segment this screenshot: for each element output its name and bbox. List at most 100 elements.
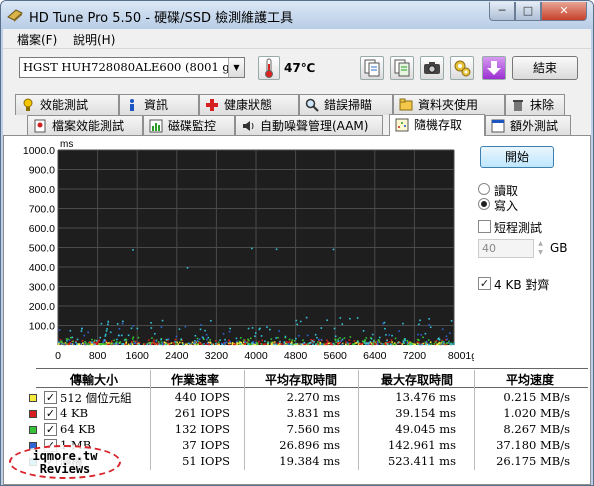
close-button[interactable]: ✕: [541, 2, 587, 21]
scatter-point: [390, 339, 393, 341]
scatter-point: [367, 342, 370, 344]
tab-error-scan[interactable]: 錯誤掃瞄: [299, 94, 393, 115]
tab-extra-tests[interactable]: 額外測試: [485, 115, 571, 136]
scatter-point: [110, 343, 112, 346]
title-bar[interactable]: HD Tune Pro 5.50 - 硬碟/SSD 檢測維護工具 ─ □ ✕: [1, 1, 593, 29]
tab-health[interactable]: 健康狀態: [199, 94, 299, 115]
table-header-rule: [36, 387, 588, 388]
scatter-point: [58, 343, 60, 345]
x-tick-label: 4000: [244, 350, 268, 362]
menu-help[interactable]: 說明(H): [73, 31, 115, 48]
scatter-point: [60, 343, 63, 345]
short-stroke-checkbox[interactable]: [478, 220, 491, 233]
align-4kb-label: 4 KB 對齊: [494, 278, 550, 292]
scatter-point: [254, 335, 256, 338]
scatter-point: [109, 331, 112, 334]
window-title: HD Tune Pro 5.50 - 硬碟/SSD 檢測維護工具: [29, 11, 294, 26]
disk-monitor-icon: [149, 119, 163, 133]
scatter-point: [306, 334, 309, 337]
scatter-point: [113, 343, 115, 345]
tab-aam[interactable]: 自動噪聲管理(AAM): [235, 115, 383, 136]
size-spinner[interactable]: ▲ ▼: [535, 239, 546, 258]
exit-button[interactable]: 結束: [512, 56, 578, 80]
series-checkbox[interactable]: ✓: [44, 407, 57, 420]
scatter-point: [164, 343, 167, 346]
scatter-point: [160, 338, 162, 341]
scatter-point: [433, 342, 436, 345]
series-checkbox[interactable]: ✓: [44, 391, 57, 404]
screenshot-icon[interactable]: [420, 56, 444, 80]
scatter-point: [312, 343, 314, 346]
copy-all-icon[interactable]: [390, 56, 414, 80]
menu-file[interactable]: 檔案(F): [17, 31, 57, 48]
scatter-point: [221, 343, 224, 346]
options-icon[interactable]: [450, 56, 474, 80]
tab-info[interactable]: 資訊: [119, 94, 199, 115]
maximize-button[interactable]: □: [515, 2, 541, 21]
scatter-point: [299, 320, 302, 323]
tab-disk-monitor[interactable]: 磁碟監控: [143, 115, 235, 136]
tab-benchmark[interactable]: 效能測試: [15, 94, 119, 115]
scatter-point: [238, 340, 241, 343]
scatter-point: [60, 340, 63, 342]
scatter-point: [251, 247, 253, 250]
scatter-point: [170, 342, 173, 344]
scatter-point: [132, 336, 135, 339]
short-stroke-size-input[interactable]: 40: [478, 239, 534, 258]
scatter-point: [184, 325, 187, 328]
scatter-point: [228, 330, 231, 333]
x-tick-label: 2400: [165, 350, 189, 362]
start-button[interactable]: 開始: [480, 146, 554, 168]
read-radio[interactable]: [478, 183, 490, 195]
scatter-point: [363, 341, 366, 344]
scatter-point: [443, 343, 445, 345]
write-radio[interactable]: [478, 198, 490, 210]
row-avg-access-time: 3.831 ms: [286, 406, 340, 420]
scatter-point: [402, 340, 405, 343]
scatter-point: [362, 340, 364, 343]
scatter-point: [198, 338, 201, 341]
scatter-point: [182, 343, 185, 346]
scatter-point: [76, 338, 79, 341]
scatter-point: [149, 341, 152, 344]
erase-icon: [513, 100, 523, 111]
scatter-point: [161, 319, 164, 322]
scatter-point: [200, 343, 203, 345]
tab-erase[interactable]: 抹除: [505, 94, 565, 115]
scatter-point: [258, 328, 261, 331]
scatter-point: [295, 319, 298, 322]
scatter-point: [136, 327, 139, 330]
scatter-point: [357, 340, 359, 343]
scatter-point: [314, 333, 317, 336]
scatter-point: [206, 342, 209, 345]
x-tick-label: 4800: [284, 350, 308, 362]
tab-strip: 效能測試 資訊 健康狀態 錯誤掃瞄 資料夾使用 抹除 檔案效能測試 磁碟監控 自…: [3, 89, 591, 139]
align-4kb-checkbox[interactable]: ✓: [478, 277, 491, 290]
scatter-point: [228, 339, 230, 342]
tab-file-benchmark[interactable]: 檔案效能測試: [27, 115, 143, 136]
series-checkbox[interactable]: ✓: [44, 423, 57, 436]
scatter-point: [308, 342, 311, 345]
tab-random-access[interactable]: 隨機存取: [389, 114, 485, 136]
minimize-button[interactable]: ─: [489, 2, 515, 21]
scatter-point: [270, 338, 273, 340]
write-label: 寫入: [494, 199, 519, 213]
scatter-point: [233, 343, 235, 346]
chevron-down-icon[interactable]: ▼: [228, 58, 244, 77]
scatter-point: [84, 343, 86, 346]
scatter-point: [264, 343, 267, 346]
scatter-point: [248, 339, 250, 342]
scatter-point: [251, 327, 254, 329]
save-icon[interactable]: [482, 56, 506, 80]
scatter-point: [205, 343, 207, 345]
scatter-point: [172, 341, 175, 344]
drive-select[interactable]: HGST HUH728080ALE600 (8001 gB) ▼: [19, 57, 245, 78]
scatter-point: [336, 342, 339, 344]
scatter-point: [443, 341, 445, 343]
copy-info-icon[interactable]: [360, 56, 384, 80]
scatter-point: [260, 335, 263, 337]
scatter-point: [378, 341, 381, 344]
tab-folder-usage[interactable]: 資料夾使用: [393, 94, 505, 115]
scatter-point: [337, 340, 340, 343]
scatter-point: [173, 343, 176, 346]
